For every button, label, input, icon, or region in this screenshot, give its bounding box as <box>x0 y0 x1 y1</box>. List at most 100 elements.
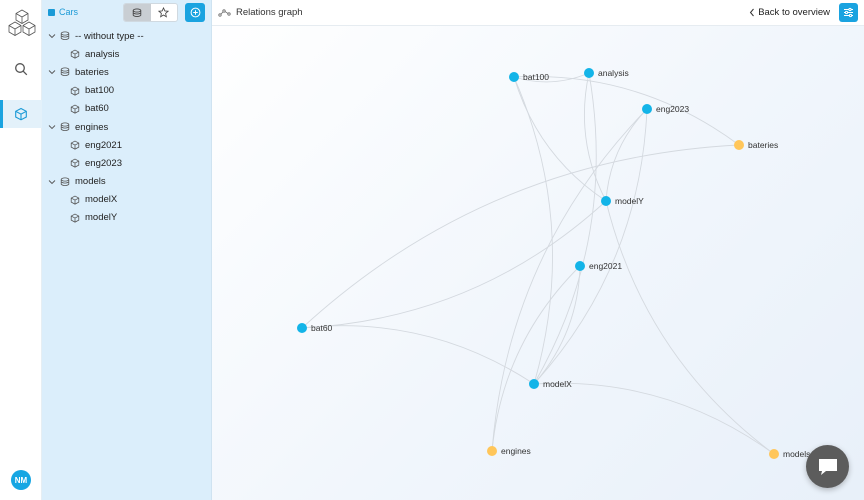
back-label: Back to overview <box>758 7 830 18</box>
tree-group-label: -- without type -- <box>75 30 144 42</box>
graph-node-dot[interactable] <box>487 446 497 456</box>
graph-node-label: models <box>783 449 810 459</box>
graph-node-engines[interactable]: engines <box>487 446 531 456</box>
project-name: Cars <box>59 7 79 17</box>
back-to-overview-link[interactable]: Back to overview <box>749 7 830 18</box>
chevron-down-icon[interactable] <box>48 178 56 186</box>
tree-item-eng2021[interactable]: eng2021 <box>42 136 212 154</box>
chevron-down-icon[interactable] <box>48 68 56 76</box>
tree-group-without-type[interactable]: -- without type -- <box>42 27 212 45</box>
tree-item-label: eng2023 <box>85 157 122 169</box>
topbar: Relations graph Back to overview <box>212 0 864 26</box>
graph-node-label: eng2023 <box>656 104 689 114</box>
tree-item-label: analysis <box>85 48 120 60</box>
graph-node-dot[interactable] <box>769 449 779 459</box>
chevron-down-icon[interactable] <box>48 32 56 40</box>
tree-group-label: engines <box>75 121 109 133</box>
tree-item-label: modelX <box>85 194 118 206</box>
tree-header: Cars <box>42 0 212 26</box>
graph-node-dot[interactable] <box>529 379 539 389</box>
graph-node-dot[interactable] <box>734 140 744 150</box>
tree-item-modelx[interactable]: modelX <box>42 191 212 209</box>
graph-node-modelx[interactable]: modelX <box>529 379 572 389</box>
plus-circle-icon <box>190 7 200 18</box>
graph-node-modely[interactable]: modelY <box>601 196 644 206</box>
graph-node-dot[interactable] <box>642 104 652 114</box>
cube-icon <box>70 104 80 114</box>
user-avatar[interactable]: NM <box>11 470 31 490</box>
graph-node-dot[interactable] <box>584 68 594 78</box>
cube-icon <box>70 213 80 223</box>
page-title-text: Relations graph <box>236 7 303 18</box>
graph-node-models[interactable]: models <box>769 449 810 459</box>
layers-icon <box>60 122 70 132</box>
tree-item-label: eng2021 <box>85 139 122 151</box>
nav-rail: NM <box>0 0 42 500</box>
cube-icon <box>70 195 80 205</box>
tree-group-bateries[interactable]: bateries <box>42 63 212 81</box>
favorites-view-button[interactable] <box>151 4 178 21</box>
layers-icon <box>133 7 142 17</box>
graph-node-bateries[interactable]: bateries <box>734 140 778 150</box>
star-icon <box>158 7 170 18</box>
tree-item-eng2023[interactable]: eng2023 <box>42 154 212 172</box>
layers-view-button[interactable] <box>124 4 151 21</box>
add-model-button[interactable] <box>185 3 205 22</box>
graph-node-analysis[interactable]: analysis <box>584 68 629 78</box>
tree-group-label: bateries <box>75 66 109 78</box>
tree-group-engines[interactable]: engines <box>42 118 212 136</box>
graph-node-eng2023[interactable]: eng2023 <box>642 104 689 114</box>
nav-models-button[interactable] <box>0 100 42 128</box>
main-area: Relations graph Back to overview bat100 a… <box>212 0 864 500</box>
tree-item-label: modelY <box>85 212 118 224</box>
graph-edge-modelx-models <box>533 382 775 455</box>
tree-item-bat100[interactable]: bat100 <box>42 82 212 100</box>
graph-node-label: bat100 <box>523 72 549 82</box>
graph-node-label: analysis <box>598 68 629 78</box>
graph-edge-bat60-modelx <box>301 325 535 385</box>
graph-edge-analysis-modelx <box>533 72 597 385</box>
graph-node-label: eng2021 <box>589 261 622 271</box>
tree-item-analysis[interactable]: analysis <box>42 45 212 63</box>
nav-search-button[interactable] <box>0 55 42 83</box>
chat-bubble-icon <box>818 458 837 475</box>
graph-edge-bat60-modely <box>301 200 607 329</box>
cube-icon <box>70 86 80 96</box>
graph-node-dot[interactable] <box>297 323 307 333</box>
tree-item-bat60[interactable]: bat60 <box>42 100 212 118</box>
graph-node-label: modelX <box>543 379 572 389</box>
graph-nodes: bat100 analysis eng2023 bateries modelY eng20… <box>297 68 810 459</box>
graph-edge-eng2021-modelx <box>533 265 581 385</box>
graph-edges <box>301 72 775 455</box>
graph-edge-modely-models <box>605 200 775 455</box>
cube-icon <box>70 49 80 59</box>
graph-edge-bat60-bateries <box>301 144 740 329</box>
graph-icon <box>218 8 231 17</box>
graph-node-bat60[interactable]: bat60 <box>297 323 333 333</box>
graph-node-bat100[interactable]: bat100 <box>509 72 549 82</box>
project-icon <box>48 8 55 16</box>
graph-node-dot[interactable] <box>509 72 519 82</box>
chat-button[interactable] <box>806 445 849 488</box>
cube-icon <box>15 107 27 121</box>
chevron-down-icon[interactable] <box>48 123 56 131</box>
layers-icon <box>60 67 70 77</box>
graph-node-dot[interactable] <box>601 196 611 206</box>
tree-group-models[interactable]: models <box>42 173 212 191</box>
graph-node-label: modelY <box>615 196 644 206</box>
search-icon <box>15 63 28 76</box>
graph-node-dot[interactable] <box>575 261 585 271</box>
model-tree-panel: Cars -- without type -- analysis baterie… <box>42 0 212 500</box>
graph-node-label: bat60 <box>311 323 333 333</box>
graph-edge-eng2023-modely <box>605 108 648 202</box>
tree-item-modely[interactable]: modelY <box>42 209 212 227</box>
cube-icon <box>70 140 80 150</box>
graph-node-eng2021[interactable]: eng2021 <box>575 261 622 271</box>
relations-graph[interactable]: bat100 analysis eng2023 bateries modelY eng20… <box>212 26 864 500</box>
tree-item-label: bat60 <box>85 103 109 115</box>
graph-settings-button[interactable] <box>839 3 858 22</box>
cube-icon <box>70 158 80 168</box>
chevron-left-icon <box>750 8 755 17</box>
app-logo-icon[interactable] <box>8 8 36 38</box>
project-breadcrumb[interactable]: Cars <box>48 7 78 17</box>
